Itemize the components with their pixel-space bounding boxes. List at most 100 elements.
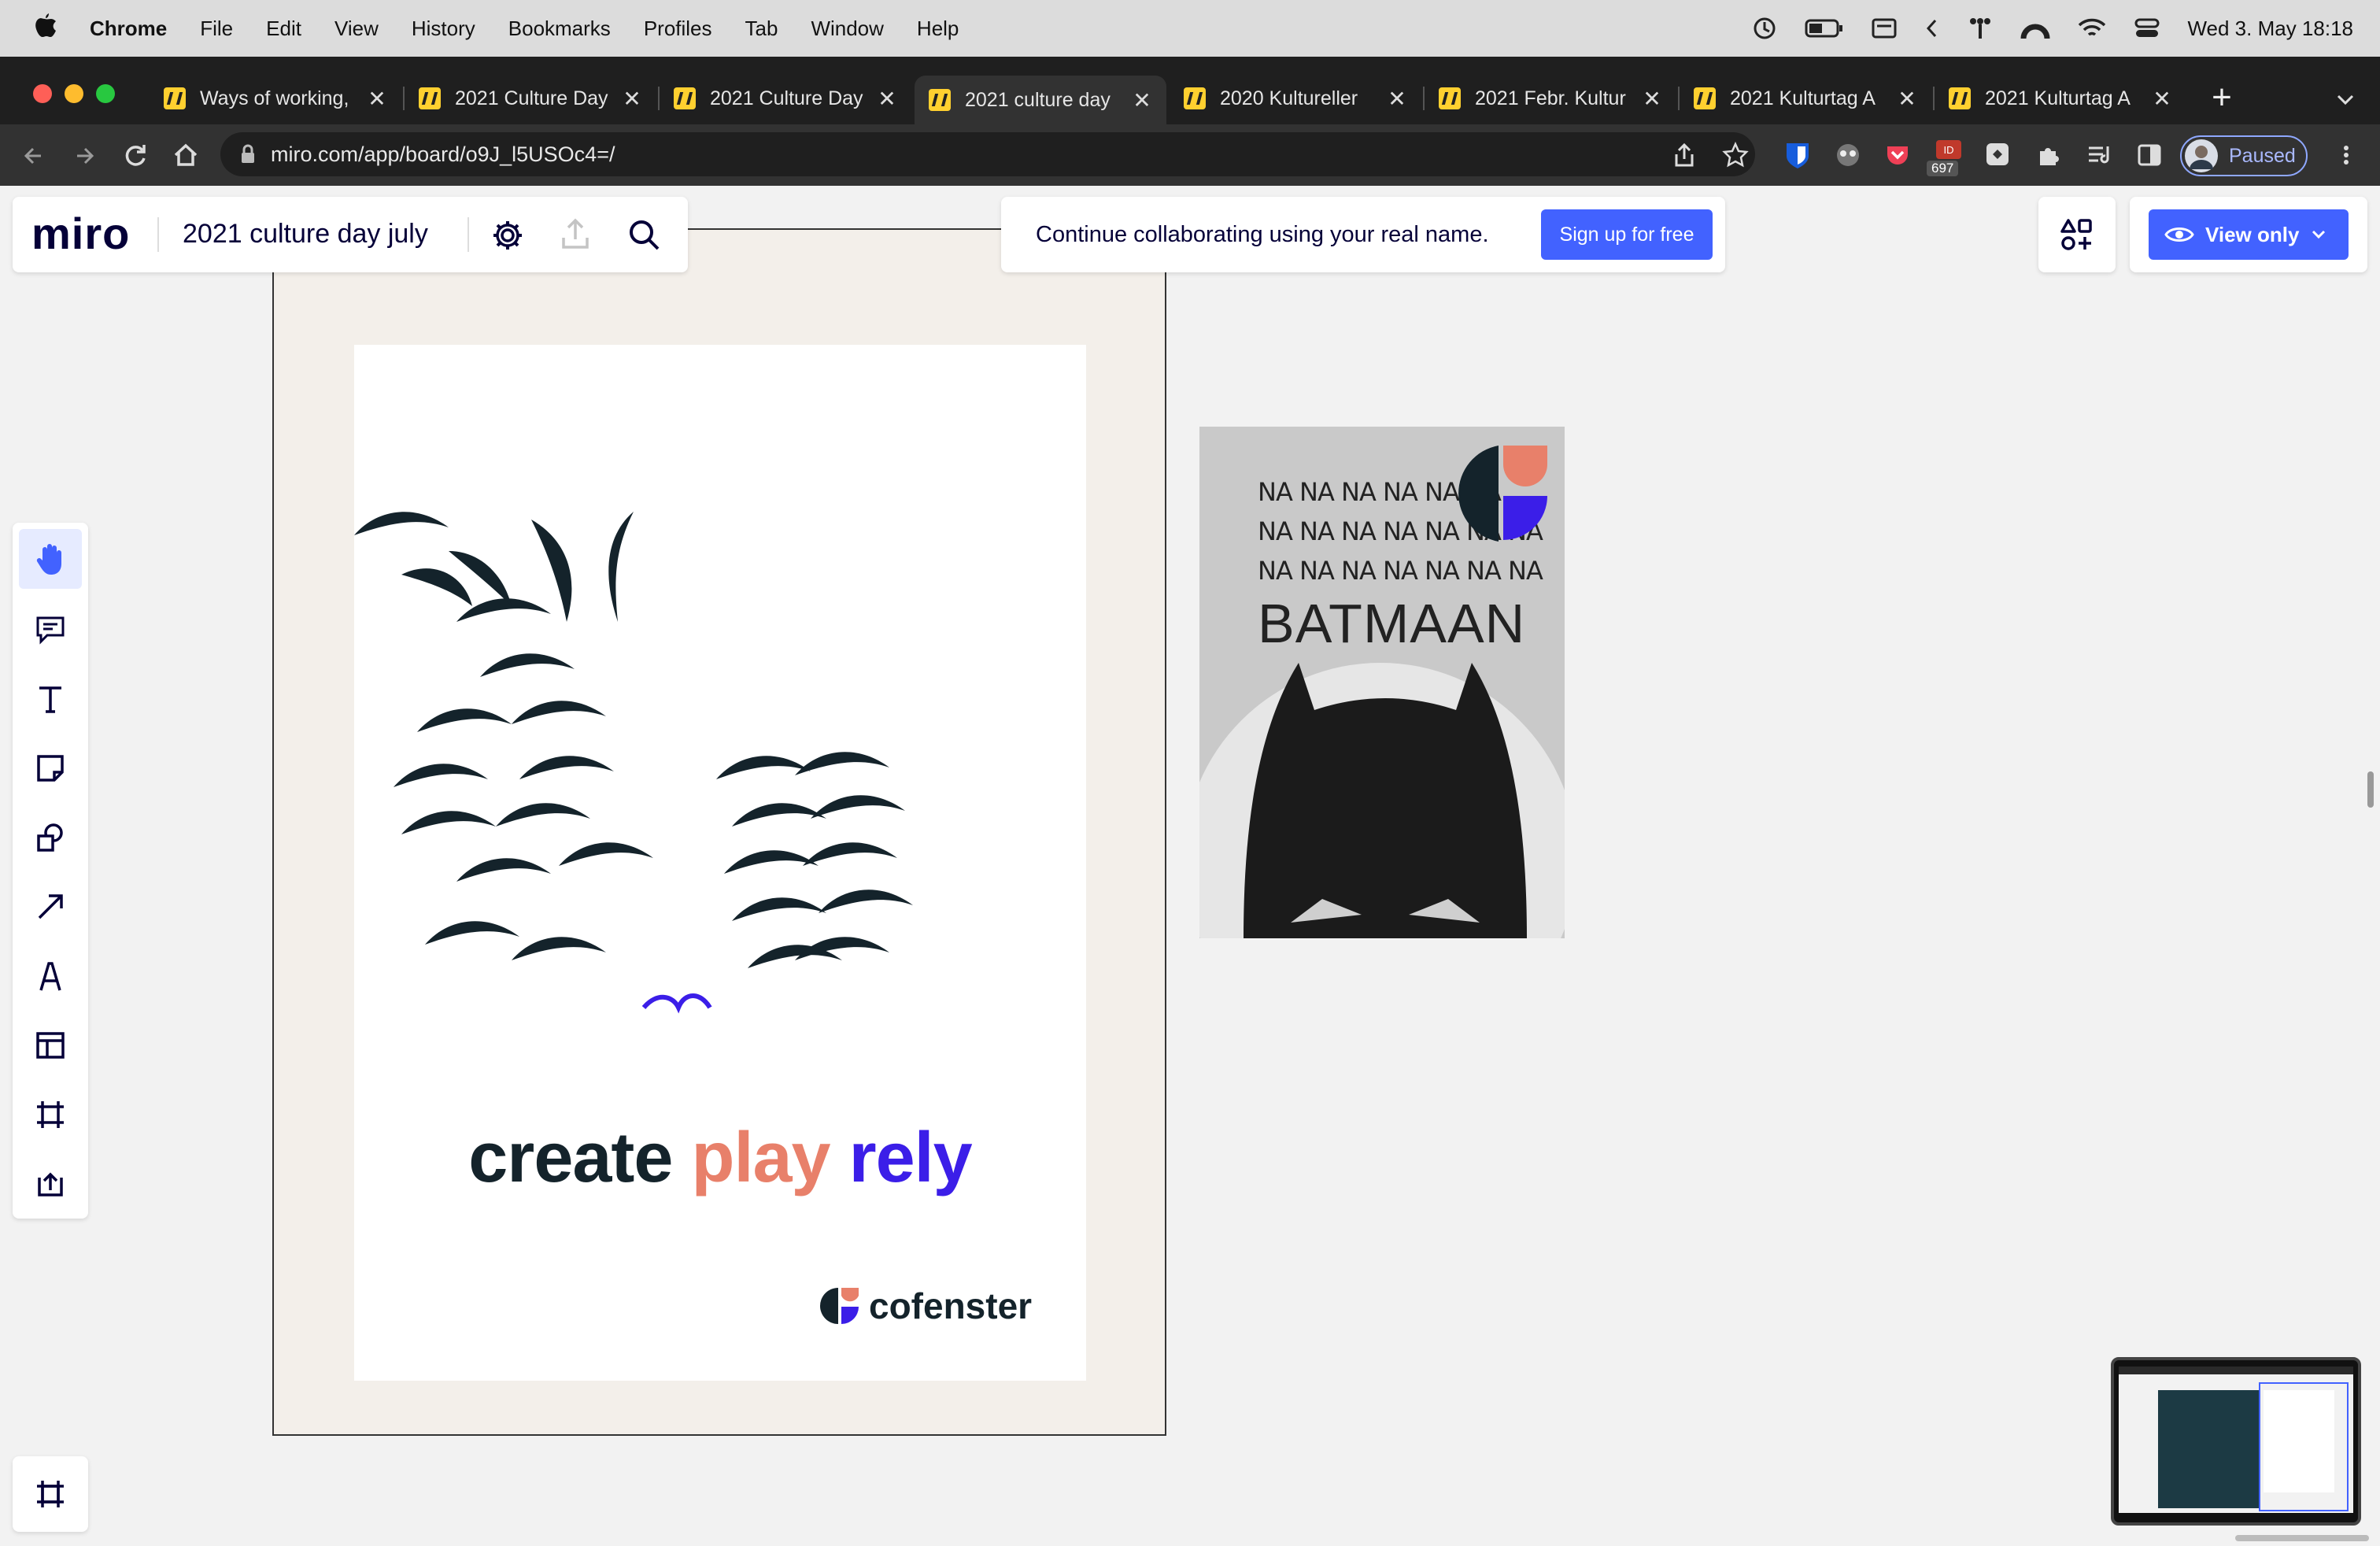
tab-close-icon[interactable]: ✕ [1385,86,1409,112]
reload-icon[interactable] [118,139,153,173]
tab-title: 2021 Kulturtag A [1730,87,1876,109]
tab-close-icon[interactable]: ✕ [365,86,389,112]
horizontal-scrollbar[interactable] [2235,1535,2369,1541]
search-icon[interactable] [626,217,663,253]
sticky-note-tool[interactable] [19,738,82,798]
menu-history[interactable]: History [412,17,475,41]
tab-close-icon[interactable]: ✕ [875,86,899,112]
forward-arrow-icon[interactable] [68,139,102,173]
extensions-puzzle-icon[interactable] [2035,142,2062,168]
menu-help[interactable]: Help [917,17,959,41]
browser-tab[interactable]: 2020 Kultureller ✕ [1170,76,1421,121]
tab-title: 2021 Kulturtag A [1985,87,2131,109]
new-tab-button[interactable]: + [2204,76,2240,121]
batman-title: BATMAAN [1258,593,1526,654]
sticky-note-icon [37,755,64,782]
share-icon[interactable] [1672,142,1697,168]
board-title[interactable]: 2021 culture day july [183,219,428,250]
minimap-viewport[interactable] [2259,1382,2349,1511]
upload-tool[interactable] [19,1152,82,1212]
battery-icon[interactable] [1805,17,1844,40]
apps-button[interactable] [2038,197,2116,272]
network-icon[interactable] [1967,15,1994,42]
tab-close-icon[interactable]: ✕ [1130,87,1154,113]
tagline-create: create [468,1119,673,1197]
gear-icon[interactable] [490,217,526,253]
wifi-icon[interactable] [2077,17,2107,40]
tab-search-chevron-icon[interactable] [2334,90,2356,109]
profile-status: Paused [2229,144,2296,167]
side-panel-icon[interactable] [2136,142,2163,168]
view-only-button[interactable]: View only [2149,209,2349,260]
text-tool[interactable] [19,669,82,729]
chevron-left-icon[interactable] [1924,17,1940,40]
vertical-scrollbar[interactable] [2367,771,2374,808]
comment-tool[interactable] [19,600,82,660]
sign-up-button[interactable]: Sign up for free [1541,209,1713,260]
hand-tool[interactable] [19,529,82,589]
shapes-icon [37,823,63,852]
app-menu-chrome[interactable]: Chrome [90,17,167,41]
pocket-extension-icon[interactable] [1884,142,1911,168]
templates-tool[interactable] [19,1015,82,1075]
menu-bookmarks[interactable]: Bookmarks [508,17,611,41]
pen-tool[interactable] [19,946,82,1006]
shapes-tool[interactable] [19,808,82,867]
bookmark-star-icon[interactable] [1722,142,1749,168]
tab-title: 2021 culture day [965,88,1111,111]
cofenster-logo-overlay-icon [1458,446,1547,542]
arc-icon[interactable] [2020,15,2050,42]
miro-logo[interactable]: miro [31,208,130,259]
tab-close-icon[interactable]: ✕ [620,86,644,112]
time-machine-icon[interactable] [1751,15,1778,42]
browser-tab[interactable]: 2021 Febr. Kultur ✕ [1425,76,1676,121]
browser-tab[interactable]: 2021 Culture Day ✕ [405,76,656,121]
window-close-button[interactable] [33,84,52,103]
export-icon[interactable] [559,217,592,252]
window-zoom-button[interactable] [96,84,115,103]
extension-cube-icon[interactable] [1983,140,2012,168]
batman-poster-image[interactable]: NA NA NA NA NA NA NA NA NA NA NA NA NA N… [1199,427,1565,938]
home-icon[interactable] [168,139,203,173]
address-bar[interactable]: miro.com/app/board/o9J_l5USOc4=/ [220,132,1755,176]
back-arrow-icon[interactable] [17,139,52,173]
pen-icon [39,962,61,991]
control-center-icon[interactable] [2134,17,2160,40]
display-icon[interactable] [1871,17,1898,40]
menu-profiles[interactable]: Profiles [644,17,712,41]
browser-tab[interactable]: 2021 Kulturtag A ✕ [1935,76,2186,121]
menu-edit[interactable]: Edit [266,17,301,41]
tab-close-icon[interactable]: ✕ [2150,86,2174,112]
window-minimize-button[interactable] [65,84,83,103]
comment-icon [36,616,65,645]
extension-badge-icon[interactable]: ID [1933,139,1964,161]
menu-tab[interactable]: Tab [745,17,778,41]
menu-window[interactable]: Window [811,17,883,41]
apple-menu-icon[interactable] [33,12,57,45]
tab-title: 2021 Culture Day [455,87,608,109]
browser-tab[interactable]: 2021 Kulturtag A ✕ [1680,76,1931,121]
board-minimap[interactable] [2111,1357,2361,1526]
frame-tool[interactable] [19,1085,82,1145]
tab-separator [403,87,405,110]
menu-view[interactable]: View [334,17,379,41]
tab-close-icon[interactable]: ✕ [1895,86,1919,112]
url-text[interactable]: miro.com/app/board/o9J_l5USOc4=/ [271,142,615,167]
connection-line-tool[interactable] [19,877,82,937]
profile-button[interactable]: Paused [2180,135,2308,176]
menu-file[interactable]: File [200,17,233,41]
lock-icon[interactable] [239,144,257,165]
tab-separator [1678,87,1680,110]
bitwarden-extension-icon[interactable] [1783,140,1812,170]
tab-close-icon[interactable]: ✕ [1640,86,1664,112]
more-menu-icon[interactable] [2334,142,2358,168]
browser-tab-active[interactable]: 2021 culture day ✕ [915,76,1166,124]
menubar-clock[interactable]: Wed 3. May 18:18 [2187,17,2353,41]
miro-favicon-icon [1694,87,1716,109]
frames-panel-button[interactable] [13,1456,88,1532]
browser-tab[interactable]: 2021 Culture Day ✕ [660,76,911,121]
browser-tab[interactable]: Ways of working, ✕ [150,76,401,121]
media-control-icon[interactable] [2086,142,2114,168]
extension-face-icon[interactable] [1834,142,1862,168]
svg-text:ID: ID [1944,144,1954,156]
